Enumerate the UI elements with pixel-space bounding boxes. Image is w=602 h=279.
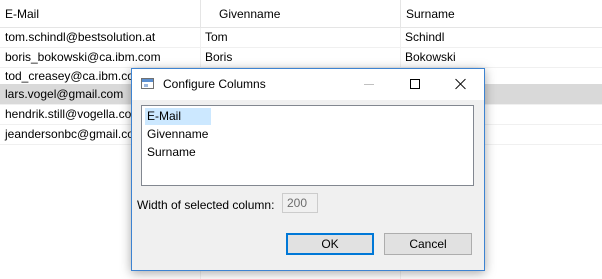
maximize-button[interactable] bbox=[392, 69, 438, 100]
cell-givenname: Boris bbox=[205, 50, 233, 64]
app-window-icon bbox=[141, 78, 154, 89]
list-item-givenname[interactable]: Givenname bbox=[145, 126, 212, 143]
table-header: E-Mail Givenname Surname bbox=[0, 0, 602, 28]
cancel-button[interactable]: Cancel bbox=[384, 233, 472, 255]
close-icon bbox=[455, 78, 467, 90]
table-row[interactable]: tom.schindl@bestsolution.at Tom Schindl bbox=[0, 27, 602, 48]
close-button[interactable] bbox=[438, 69, 484, 100]
maximize-icon bbox=[410, 79, 420, 89]
list-item-email[interactable]: E-Mail bbox=[145, 108, 211, 125]
ok-button[interactable]: OK bbox=[286, 233, 374, 255]
column-width-input[interactable] bbox=[282, 193, 318, 213]
header-surname[interactable]: Surname bbox=[401, 0, 602, 27]
header-givenname[interactable]: Givenname bbox=[201, 0, 401, 27]
dialog-title: Configure Columns bbox=[163, 77, 266, 91]
configure-columns-dialog: Configure Columns E-Mail Givenname Surna… bbox=[131, 68, 485, 271]
width-label: Width of selected column: bbox=[137, 198, 275, 212]
minimize-button[interactable] bbox=[346, 69, 392, 100]
minimize-icon bbox=[364, 84, 374, 85]
cell-givenname: Tom bbox=[205, 30, 228, 44]
dialog-titlebar[interactable]: Configure Columns bbox=[132, 69, 484, 100]
cell-surname: Bokowski bbox=[405, 50, 456, 64]
cell-email: boris_bokowski@ca.ibm.com bbox=[5, 50, 161, 64]
columns-listbox[interactable]: E-Mail Givenname Surname bbox=[141, 105, 474, 186]
list-item-surname[interactable]: Surname bbox=[145, 144, 200, 161]
header-email[interactable]: E-Mail bbox=[0, 0, 201, 27]
cell-email: tom.schindl@bestsolution.at bbox=[5, 30, 156, 44]
cell-surname: Schindl bbox=[405, 30, 445, 44]
table-row[interactable]: boris_bokowski@ca.ibm.com Boris Bokowski bbox=[0, 47, 602, 68]
